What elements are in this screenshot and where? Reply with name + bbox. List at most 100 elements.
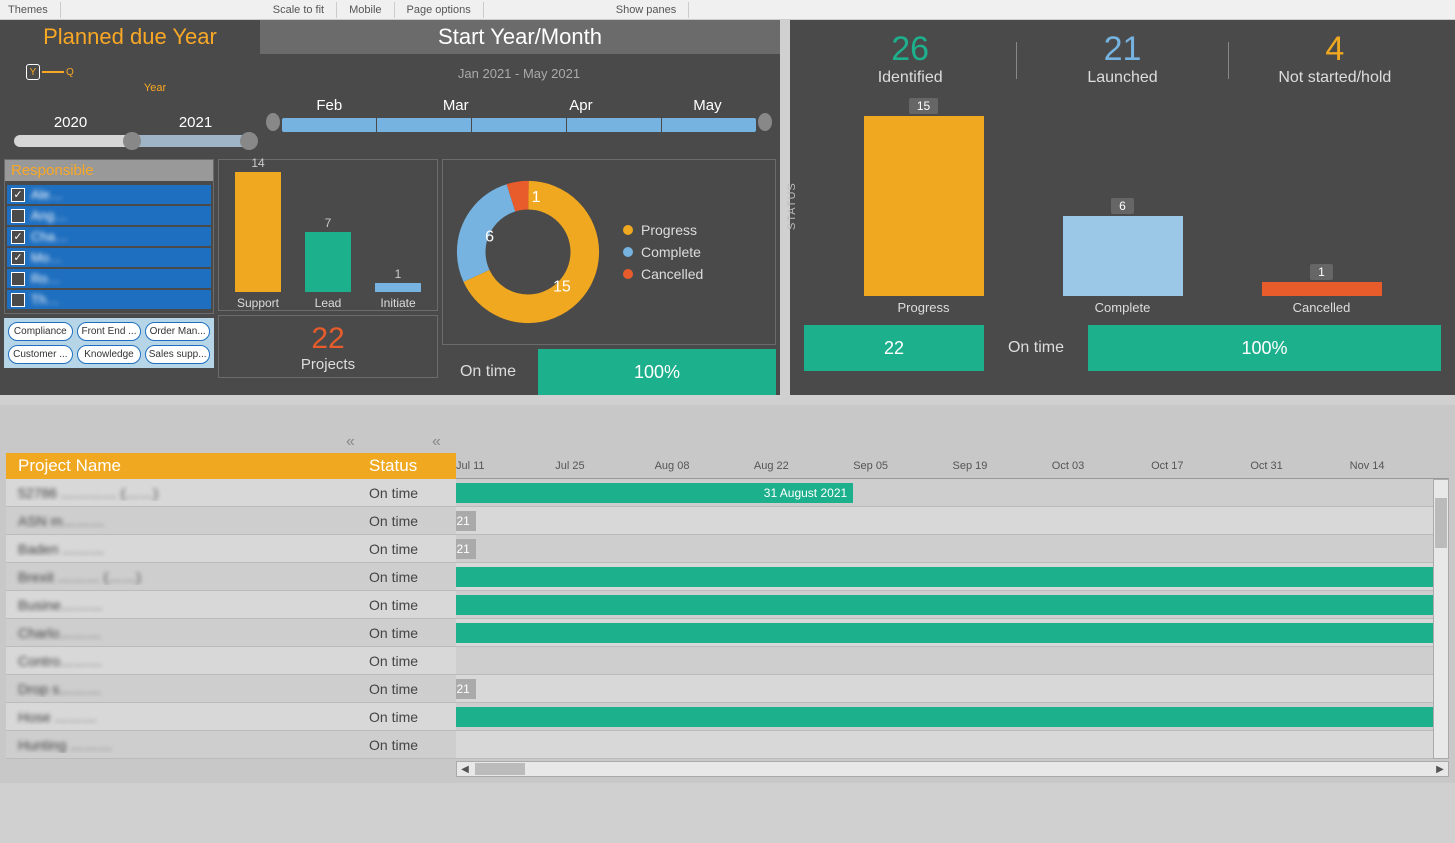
month-slider-handle-right[interactable] xyxy=(758,113,772,131)
checkbox-icon[interactable] xyxy=(11,251,25,265)
status-donut-chart: 15 6 1 ProgressCompleteCancelled xyxy=(442,159,776,345)
gantt-row[interactable]: Charlo………On time xyxy=(6,619,456,647)
month-tick: Feb xyxy=(316,97,342,114)
summary-cards: 26 Identified 21 Launched 4 Not started/… xyxy=(804,30,1441,87)
checkbox-icon[interactable] xyxy=(11,230,25,244)
gantt-bar[interactable] xyxy=(456,623,1449,643)
checkbox-icon[interactable] xyxy=(11,272,25,286)
legend-item: Complete xyxy=(623,244,703,260)
donut-svg: 15 6 1 xyxy=(453,177,603,327)
gantt-bar-row xyxy=(456,563,1449,591)
responsible-item[interactable]: Ang… xyxy=(7,206,211,225)
hscroll-right-icon[interactable]: ▶ xyxy=(1432,764,1448,775)
summary-launched-label: Launched xyxy=(1016,69,1228,87)
project-count-card: 22 Projects xyxy=(218,315,438,378)
gantt-date-tick: Sep 19 xyxy=(952,460,1051,472)
gantt-vscroll[interactable] xyxy=(1433,479,1449,759)
right-count: 22 xyxy=(804,325,984,371)
checkbox-icon[interactable] xyxy=(11,209,25,223)
gantt-date-tick: Aug 22 xyxy=(754,460,853,472)
toolbar-show-panes[interactable]: Show panes xyxy=(604,2,690,18)
gantt-row[interactable]: Contro………On time xyxy=(6,647,456,675)
responsible-label: Ale… xyxy=(31,187,63,202)
gantt-bar[interactable]: 021 xyxy=(456,679,476,699)
collapse-right-icon[interactable]: « xyxy=(432,433,441,451)
summary-identified-value: 26 xyxy=(804,30,1016,69)
year-slider-handle-left[interactable] xyxy=(123,132,141,150)
title-planned-due-year: Planned due Year xyxy=(0,20,260,54)
category-pill[interactable]: Sales supp... xyxy=(145,345,210,364)
collapse-left-icon[interactable]: « xyxy=(346,433,355,451)
toggle-label-year: Year xyxy=(52,82,258,94)
gantt-bar-row xyxy=(456,591,1449,619)
left-panel: Planned due Year Start Year/Month Y Q Ye… xyxy=(0,20,780,395)
gantt-bar[interactable] xyxy=(456,567,1449,587)
hscroll-left-icon[interactable]: ◀ xyxy=(457,764,473,775)
toolbar-themes[interactable]: Themes xyxy=(0,2,61,18)
gantt-date-tick: Oct 17 xyxy=(1151,460,1250,472)
responsible-panel: Responsible Ale…Ang…Cha…Mo…Ro…Th… xyxy=(4,159,214,314)
gantt-row[interactable]: Baden ………On time xyxy=(6,535,456,563)
category-pill[interactable]: Front End ... xyxy=(77,322,142,341)
responsible-label: Ang… xyxy=(31,208,67,223)
gantt-date-tick: Jul 11 xyxy=(456,460,555,472)
responsible-item[interactable]: Ale… xyxy=(7,185,211,204)
checkbox-icon[interactable] xyxy=(11,293,25,307)
summary-nsh-label: Not started/hold xyxy=(1229,69,1441,87)
responsible-label: Cha… xyxy=(31,229,68,244)
responsible-item[interactable]: Cha… xyxy=(7,227,211,246)
gantt-date-tick: Nov 14 xyxy=(1350,460,1449,472)
gantt-row[interactable]: Hunting ………On time xyxy=(6,731,456,759)
month-slider-handle-left[interactable] xyxy=(266,113,280,131)
year-slider-handle-right[interactable] xyxy=(240,132,258,150)
gantt-hscroll[interactable]: ◀ ▶ xyxy=(456,761,1449,777)
gantt-left: Project Name Status 52786 ………… (……)On ti… xyxy=(6,453,456,759)
toolbar-page-options[interactable]: Page options xyxy=(395,2,484,18)
category-pill[interactable]: Knowledge xyxy=(77,345,142,364)
right-ontime-pct: 100% xyxy=(1088,325,1441,371)
category-pill[interactable]: Customer ... xyxy=(8,345,73,364)
responsible-item[interactable]: Th… xyxy=(7,290,211,309)
status-bar: 1Cancelled xyxy=(1222,264,1421,315)
status-axis-label: STATUS xyxy=(786,182,798,230)
gantt-header-status[interactable]: Status xyxy=(361,456,456,476)
gantt-row[interactable]: Brexit ……… (……)On time xyxy=(6,563,456,591)
svg-text:1: 1 xyxy=(532,188,541,206)
gantt-panel: « « Project Name Status 52786 ………… (……)O… xyxy=(0,405,1455,783)
checkbox-icon[interactable] xyxy=(11,188,25,202)
project-count-value: 22 xyxy=(219,322,437,356)
svg-text:6: 6 xyxy=(485,227,494,245)
gantt-bar[interactable]: 021 xyxy=(456,539,476,559)
gantt-bar-row xyxy=(456,619,1449,647)
toolbar-mobile[interactable]: Mobile xyxy=(337,2,394,18)
toggle-y[interactable]: Y xyxy=(26,64,40,80)
role-bar: 1Initiate xyxy=(375,267,421,310)
responsible-item[interactable]: Ro… xyxy=(7,269,211,288)
gantt-bar[interactable]: 31 August 2021 xyxy=(456,483,853,503)
year-slider[interactable] xyxy=(14,135,252,147)
gantt-date-tick: Oct 31 xyxy=(1250,460,1349,472)
gantt-bar-row: 021 xyxy=(456,675,1449,703)
gantt-row[interactable]: Busine………On time xyxy=(6,591,456,619)
year-quarter-toggle[interactable]: Y Q xyxy=(26,64,258,80)
toggle-q[interactable]: Q xyxy=(66,67,74,78)
gantt-bar[interactable] xyxy=(456,595,1449,615)
gantt-right: Jul 11Jul 25Aug 08Aug 22Sep 05Sep 19Oct … xyxy=(456,453,1449,759)
right-ontime-label: On time xyxy=(990,325,1082,371)
gantt-row[interactable]: Hose ………On time xyxy=(6,703,456,731)
month-slider[interactable] xyxy=(282,118,756,132)
gantt-row[interactable]: ASN m………On time xyxy=(6,507,456,535)
gantt-header-name[interactable]: Project Name xyxy=(6,456,361,476)
gantt-bar[interactable]: 021 xyxy=(456,511,476,531)
gantt-row[interactable]: Drop s………On time xyxy=(6,675,456,703)
toolbar-scale[interactable]: Scale to fit xyxy=(261,2,337,18)
role-bar-chart: 14Support7Lead1Initiate xyxy=(218,159,438,311)
year-tick-2020: 2020 xyxy=(54,114,87,131)
month-range-label: Jan 2021 - May 2021 xyxy=(266,66,772,81)
gantt-row[interactable]: 52786 ………… (……)On time xyxy=(6,479,456,507)
category-pill[interactable]: Compliance xyxy=(8,322,73,341)
responsible-item[interactable]: Mo… xyxy=(7,248,211,267)
category-pill[interactable]: Order Man... xyxy=(145,322,210,341)
gantt-bar[interactable] xyxy=(456,707,1449,727)
svg-text:15: 15 xyxy=(553,277,571,295)
